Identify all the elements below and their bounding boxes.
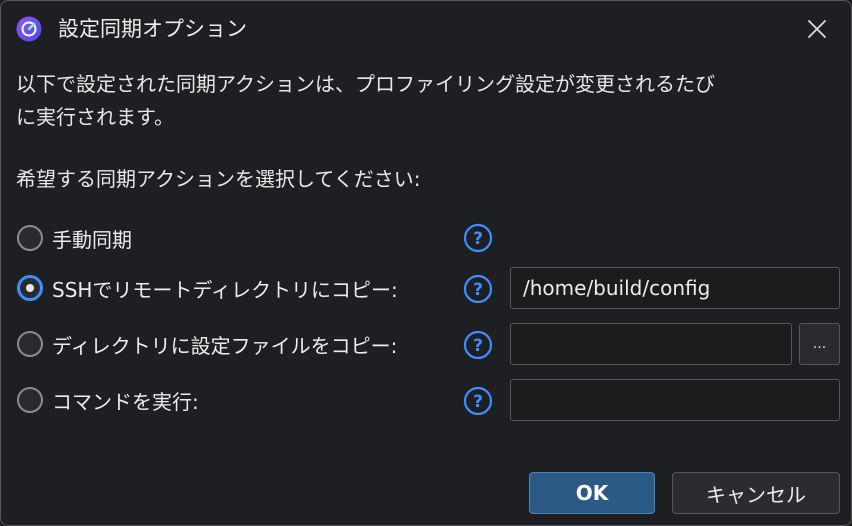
option-run-command[interactable]: コマンドを実行:	[17, 382, 199, 418]
question-circle-icon[interactable]: ?	[463, 223, 493, 253]
option-ssh-copy-label: SSHでリモートディレクトリにコピー:	[52, 277, 398, 302]
cancel-button[interactable]: キャンセル	[672, 472, 840, 514]
sync-options-dialog: 設定同期オプション 以下で設定された同期アクションは、プロファイリング設定が変更…	[0, 0, 852, 526]
svg-text:?: ?	[473, 336, 483, 356]
option-ssh-copy[interactable]: SSHでリモートディレクトリにコピー:	[17, 270, 398, 306]
description-line-1: 以下で設定された同期アクションは、プロファイリング設定が変更されるたび	[16, 72, 715, 96]
radio-run-command[interactable]	[17, 387, 43, 413]
svg-text:?: ?	[473, 280, 483, 300]
description-text: 以下で設定された同期アクションは、プロファイリング設定が変更されるたび に実行さ…	[16, 68, 836, 134]
option-copy-to-directory-label: ディレクトリに設定ファイルをコピー:	[52, 333, 398, 358]
option-run-command-label: コマンドを実行:	[52, 389, 199, 414]
app-logo-icon	[16, 16, 42, 42]
command-input[interactable]	[510, 379, 840, 421]
radio-selected-dot	[26, 284, 34, 292]
radio-copy-to-directory[interactable]	[17, 331, 43, 357]
option-copy-to-directory[interactable]: ディレクトリに設定ファイルをコピー:	[17, 326, 397, 362]
selection-prompt: 希望する同期アクションを選択してください:	[16, 167, 421, 191]
svg-text:?: ?	[473, 392, 483, 412]
radio-ssh-copy[interactable]	[17, 275, 43, 301]
close-button[interactable]	[797, 11, 837, 47]
question-circle-icon[interactable]: ?	[463, 274, 493, 304]
ok-button[interactable]: OK	[529, 472, 655, 514]
browse-button[interactable]: ...	[799, 323, 840, 365]
question-circle-icon[interactable]: ?	[463, 386, 493, 416]
description-line-2: に実行されます。	[16, 105, 174, 129]
option-manual-sync-label: 手動同期	[52, 227, 132, 252]
title-bar: 設定同期オプション	[1, 1, 851, 57]
close-icon	[808, 20, 826, 38]
dialog-title: 設定同期オプション	[58, 17, 247, 41]
ssh-remote-directory-input[interactable]	[510, 267, 840, 309]
question-circle-icon[interactable]: ?	[463, 330, 493, 360]
radio-manual-sync[interactable]	[17, 225, 43, 251]
option-manual-sync[interactable]: 手動同期	[17, 220, 132, 256]
svg-text:?: ?	[473, 229, 483, 249]
directory-path-input[interactable]	[510, 323, 792, 365]
